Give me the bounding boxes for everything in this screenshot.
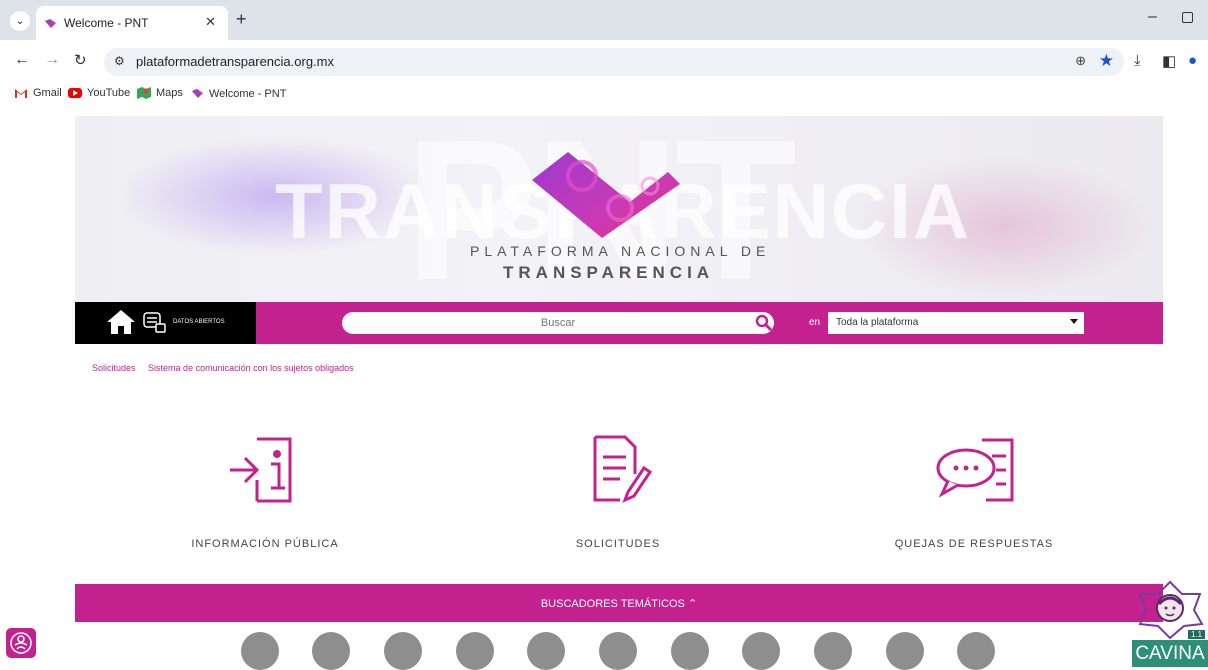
- zoom-icon[interactable]: ⊕: [1075, 53, 1086, 69]
- bookmark-youtube[interactable]: YouTube: [68, 87, 130, 99]
- forward-icon[interactable]: →: [44, 51, 60, 69]
- subsidy-category-icon[interactable]: [456, 632, 494, 670]
- feature-informacion-publica[interactable]: INFORMACIÓN PÚBLICA: [165, 430, 365, 550]
- organization-category-icon[interactable]: [742, 632, 780, 670]
- new-tab-icon[interactable]: +: [236, 9, 247, 30]
- accessibility-icon: [10, 632, 32, 654]
- hero-title-line1: PLATAFORMA NACIONAL DE: [470, 243, 771, 259]
- statistics-category-icon[interactable]: [886, 632, 924, 670]
- bookmark-gmail[interactable]: Gmail: [14, 87, 62, 99]
- scope-prefix-label: en: [809, 317, 821, 328]
- back-icon[interactable]: ←: [14, 51, 30, 69]
- directory-category-icon[interactable]: [312, 632, 350, 670]
- home-icon[interactable]: [106, 309, 136, 335]
- search-input[interactable]: [342, 312, 774, 334]
- close-tab-icon[interactable]: ✕: [205, 14, 216, 30]
- bookmark-label: Gmail: [33, 87, 62, 99]
- download-icon[interactable]: ⤓: [1134, 52, 1141, 69]
- link-sistema-comunicacion[interactable]: Sistema de comunicación con los sujetos …: [148, 363, 354, 373]
- bookmark-label: Welcome - PNT: [209, 87, 287, 100]
- tab-welcome-pnt[interactable]: Welcome - PNT ✕: [36, 6, 228, 40]
- buscadores-tematicos-bar[interactable]: BUSCADORES TEMÁTICOS ⌃: [75, 584, 1163, 622]
- feature-quejas-de-respuestas[interactable]: QUEJAS DE RESPUESTAS: [874, 430, 1074, 550]
- hero-title-line2: TRANSPARENCIA: [503, 263, 715, 282]
- complaint-chat-icon: [936, 438, 1014, 502]
- bookmark-label: YouTube: [87, 87, 131, 99]
- search-icon[interactable]: [755, 314, 773, 332]
- scope-select[interactable]: Toda la plataforma: [828, 312, 1084, 334]
- bookmark-welcome-pnt[interactable]: Welcome - PNT: [191, 87, 286, 100]
- url-text: plataformadetransparencia.org.mx: [136, 54, 334, 69]
- documents-category-icon[interactable]: [599, 632, 637, 670]
- tab-title: Welcome - PNT: [64, 16, 149, 30]
- nav-black-box: DATOS ABIERTOS: [75, 302, 256, 344]
- cavina-label[interactable]: CAVINA: [1132, 640, 1208, 667]
- youtube-icon: [68, 88, 82, 98]
- gmail-icon: [15, 89, 27, 98]
- buscadores-tematicos-label: BUSCADORES TEMÁTICOS ⌃: [540, 598, 698, 610]
- money-category-icon[interactable]: [384, 632, 422, 670]
- feature-label: SOLICITUDES: [575, 538, 661, 550]
- accessibility-button[interactable]: [6, 628, 36, 658]
- justice-category-icon[interactable]: [957, 632, 995, 670]
- budget-category-icon[interactable]: [814, 632, 852, 670]
- pnt-favicon-icon: [192, 89, 203, 98]
- information-icon: [230, 437, 292, 503]
- pnt-logo-icon: [532, 152, 680, 238]
- site-info-icon[interactable]: ⚙: [114, 54, 125, 68]
- datos-abiertos-icon[interactable]: [143, 312, 167, 334]
- profile-icon[interactable]: ●: [1188, 52, 1197, 69]
- side-panel-icon[interactable]: ◧: [1162, 52, 1176, 70]
- bookmark-label: Maps: [156, 87, 183, 99]
- tab-search-menu[interactable]: ⌄: [10, 11, 30, 31]
- gender-category-icon[interactable]: [241, 632, 279, 670]
- datos-abiertos-label[interactable]: DATOS ABIERTOS: [173, 319, 225, 325]
- bookmark-star-icon[interactable]: ★: [1099, 51, 1114, 71]
- dropdown-arrow-icon: [1070, 319, 1078, 324]
- search-bar: DATOS ABIERTOS en Toda la plataforma: [75, 302, 1163, 344]
- maps-icon: [137, 87, 151, 99]
- request-document-icon: [593, 435, 653, 503]
- cavina-version-badge: 1.1: [1188, 630, 1206, 639]
- hero-banner: PNT TRANSPARENCIA PLATAFORMA NACIONAL DE…: [75, 116, 1163, 302]
- pnt-favicon-icon: [45, 19, 56, 28]
- restore-icon[interactable]: [1182, 12, 1193, 23]
- feature-label: INFORMACIÓN PÚBLICA: [191, 538, 339, 550]
- feature-solicitudes[interactable]: SOLICITUDES: [518, 430, 718, 550]
- address-bar[interactable]: ⚙ plataformadetransparencia.org.mx ⊕ ★: [104, 48, 1124, 76]
- officials-category-icon[interactable]: [527, 632, 565, 670]
- link-solicitudes[interactable]: Solicitudes: [92, 363, 136, 373]
- resources-category-icon[interactable]: [671, 632, 709, 670]
- breadcrumb: Solicitudes Sistema de comunicación con …: [92, 363, 364, 373]
- minimize-icon[interactable]: –: [1148, 8, 1157, 26]
- feature-label: QUEJAS DE RESPUESTAS: [894, 538, 1054, 550]
- reload-icon[interactable]: ↻: [74, 51, 87, 69]
- bookmark-maps[interactable]: Maps: [137, 87, 183, 99]
- scope-select-value: Toda la plataforma: [836, 317, 919, 328]
